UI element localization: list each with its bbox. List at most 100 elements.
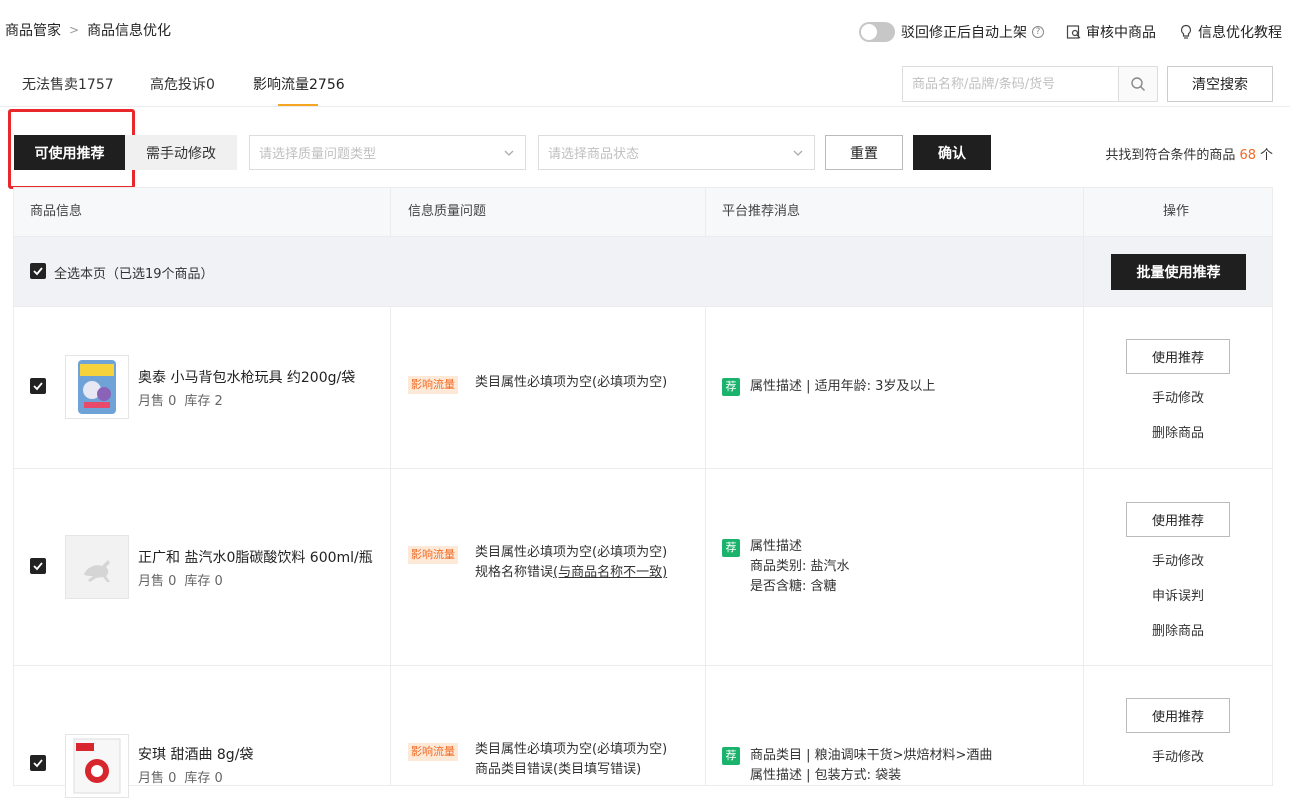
table-header: 商品信息 信息质量问题 平台推荐消息 操作 (13, 187, 1273, 237)
recommend-line: 属性描述 (750, 539, 803, 554)
confirm-button[interactable]: 确认 (913, 135, 991, 170)
row-checkbox[interactable] (30, 755, 46, 771)
product-image-placeholder[interactable] (65, 535, 129, 599)
header-actions: 驳回修正后自动上架 ? 审核中商品 信息优化教程 (859, 22, 1282, 42)
toy-package-image (78, 360, 116, 414)
traffic-impact-tag: 影响流量 (408, 376, 458, 394)
recommend-text: 属性描述 商品类别: 盐汽水 是否含糖: 含糖 (750, 537, 850, 597)
manual-edit-link[interactable]: 手动修改 (1126, 550, 1230, 569)
product-image[interactable] (65, 355, 129, 419)
table-row: 安琪 甜酒曲 8g/袋 月售 0 库存 0 影响流量 类目属性必填项为空(必填项为… (13, 666, 1273, 798)
page-header: 商品管家 > 商品信息优化 驳回修正后自动上架 ? 审核中商品 信息优化教程 (0, 0, 1290, 62)
issue-list: 类目属性必填项为空(必填项为空) (475, 373, 667, 393)
product-image[interactable] (65, 734, 129, 798)
recommend-text: 属性描述 | 适用年龄: 3岁及以上 (750, 377, 935, 397)
table-row: 奥泰 小马背包水枪玩具 约200g/袋 月售 0 库存 2 影响流量 类目属性必填… (13, 307, 1273, 469)
result-count: 共找到符合条件的商品 68 个 (1105, 144, 1273, 163)
product-name[interactable]: 奥泰 小马背包水枪玩具 约200g/袋 (138, 367, 355, 387)
issue-item: 类目属性必填项为空(必填项为空) (475, 375, 668, 390)
select-all-checkbox[interactable] (30, 263, 46, 279)
traffic-impact-tag: 影响流量 (408, 546, 458, 564)
issue-item: 类目属性必填项为空(必填项为空) (475, 545, 668, 560)
issue-item: 类目属性必填项为空(必填项为空) (475, 742, 668, 757)
manual-edit-link[interactable]: 手动修改 (1126, 387, 1230, 406)
manual-edit-link[interactable]: 手动修改 (1126, 746, 1230, 765)
search-button[interactable] (1118, 67, 1157, 101)
monthly-sales: 月售 0 (138, 771, 177, 786)
tab-unsellable[interactable]: 无法售卖1757 (22, 74, 114, 94)
product-table: 商品信息 信息质量问题 平台推荐消息 操作 全选本页（已选19个商品） 批量使用… (13, 187, 1273, 798)
search-icon (1131, 77, 1145, 91)
row-checkbox[interactable] (30, 558, 46, 574)
search-box (902, 66, 1158, 102)
tutorial-link[interactable]: 信息优化教程 (1178, 22, 1282, 42)
use-recommend-button[interactable]: 使用推荐 (1126, 698, 1230, 733)
kangaroo-placeholder-icon (84, 560, 110, 582)
product-name[interactable]: 正广和 盐汽水0脂碳酸饮料 600ml/瓶 (138, 547, 373, 567)
auto-relist-toggle[interactable] (859, 22, 895, 42)
row-checkbox[interactable] (30, 378, 46, 394)
batch-use-recommend-button[interactable]: 批量使用推荐 (1111, 254, 1246, 290)
select-all-label: 全选本页（已选19个商品） (54, 267, 214, 282)
divider (1083, 237, 1084, 306)
table-row: 正广和 盐汽水0脂碳酸饮料 600ml/瓶 月售 0 库存 0 影响流量 类目属性… (13, 469, 1273, 666)
col-issue: 信息质量问题 (408, 204, 487, 219)
chevron-right-icon: > (69, 23, 80, 37)
help-icon[interactable]: ? (1032, 26, 1044, 38)
divider (1083, 188, 1084, 236)
reviewing-products-label: 审核中商品 (1086, 25, 1156, 41)
status-placeholder: 请选择商品状态 (548, 147, 640, 162)
product-meta: 月售 0 库存 0 (138, 767, 231, 786)
check-icon (33, 759, 43, 768)
clear-search-button[interactable]: 清空搜索 (1167, 66, 1273, 102)
stock: 库存 0 (184, 771, 223, 786)
delete-product-link[interactable]: 删除商品 (1126, 620, 1230, 639)
divider (705, 666, 706, 786)
usable-recommend-filter[interactable]: 可使用推荐 (14, 135, 125, 170)
reviewing-products-link[interactable]: 审核中商品 (1066, 22, 1156, 42)
issue-list: 类目属性必填项为空(必填项为空) 商品类目错误(类目填写错误) (475, 740, 667, 780)
delete-product-link[interactable]: 删除商品 (1126, 422, 1230, 441)
stock: 库存 2 (184, 394, 223, 409)
manual-edit-filter[interactable]: 需手动修改 (125, 135, 237, 170)
active-tab-indicator (278, 104, 318, 106)
issue-type-placeholder: 请选择质量问题类型 (259, 147, 377, 162)
appeal-misjudgment-link[interactable]: 申诉误判 (1126, 585, 1230, 604)
issue-type-select[interactable]: 请选择质量问题类型 (249, 135, 526, 170)
reset-button[interactable]: 重置 (825, 135, 903, 170)
monthly-sales: 月售 0 (138, 394, 177, 409)
tutorial-label: 信息优化教程 (1198, 25, 1282, 41)
result-suffix: 个 (1259, 148, 1273, 163)
divider (1083, 469, 1084, 665)
search-input[interactable] (903, 67, 1118, 101)
use-recommend-button[interactable]: 使用推荐 (1126, 339, 1230, 374)
recommend-line: 商品类别: 盐汽水 (750, 559, 850, 574)
product-name[interactable]: 安琪 甜酒曲 8g/袋 (138, 744, 253, 764)
divider (390, 307, 391, 468)
traffic-impact-tag: 影响流量 (408, 743, 458, 761)
recommend-line: 是否含糖: 含糖 (750, 579, 837, 594)
divider (1083, 307, 1084, 468)
use-recommend-button[interactable]: 使用推荐 (1126, 502, 1230, 537)
tab-high-risk[interactable]: 高危投诉0 (150, 74, 215, 94)
search-list-icon (1066, 25, 1081, 39)
yeast-package-image (73, 738, 121, 794)
recommend-line: 属性描述 | 适用年龄: 3岁及以上 (750, 379, 936, 394)
status-select[interactable]: 请选择商品状态 (538, 135, 815, 170)
divider (390, 469, 391, 665)
recommend-badge: 荐 (722, 539, 740, 557)
product-meta: 月售 0 库存 0 (138, 570, 231, 589)
recommend-badge: 荐 (722, 747, 740, 765)
result-prefix: 共找到符合条件的商品 (1105, 148, 1236, 163)
divider (705, 469, 706, 665)
divider (390, 666, 391, 786)
auto-relist-label: 驳回修正后自动上架 (901, 25, 1027, 41)
check-icon (33, 267, 43, 276)
divider (390, 188, 391, 236)
col-product: 商品信息 (30, 204, 83, 219)
breadcrumb-root[interactable]: 商品管家 (5, 20, 61, 40)
toggle-knob (861, 24, 877, 40)
issue-item: 规格名称错误(与商品名称不一致) (475, 565, 668, 580)
divider (1083, 666, 1084, 786)
tab-traffic-impact[interactable]: 影响流量2756 (253, 74, 345, 94)
